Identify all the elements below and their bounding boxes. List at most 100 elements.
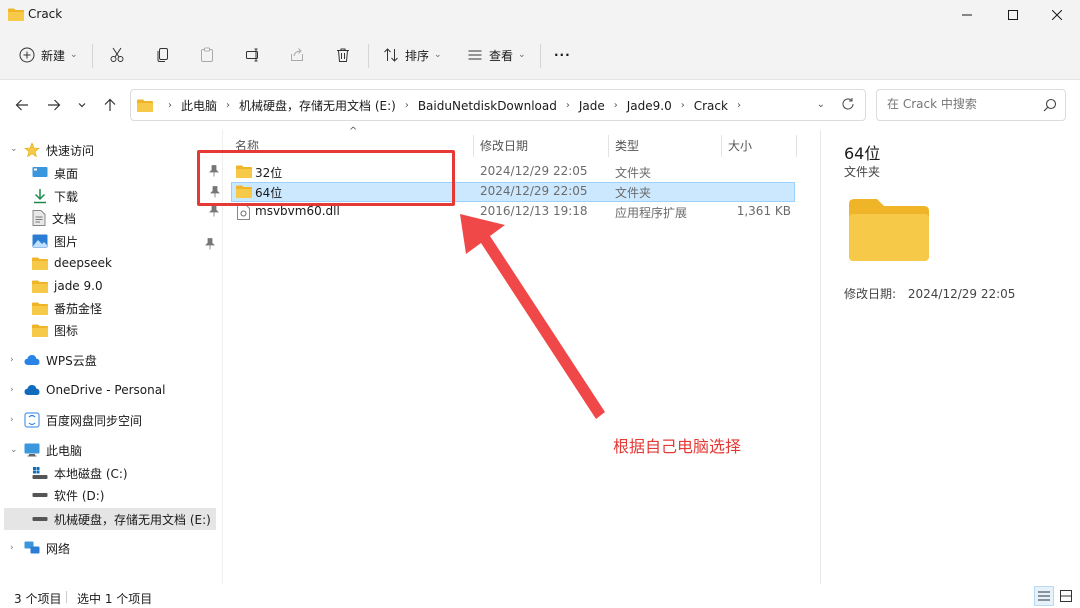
separator (540, 44, 541, 68)
chevron-right-icon: › (168, 100, 172, 111)
refresh-button[interactable] (841, 97, 855, 115)
crumb-jade[interactable]: Jade (579, 99, 605, 113)
address-bar[interactable]: › 此电脑 › 机械硬盘，存储无用文档 (E:) › BaiduNetdiskD… (130, 89, 866, 121)
search-box[interactable] (876, 89, 1066, 121)
sidebar-item-quick-access[interactable]: 快速访问 (24, 140, 94, 160)
drive-icon (32, 493, 48, 497)
minimize-icon (962, 14, 972, 16)
sidebar-item-documents[interactable]: 文档 (32, 208, 76, 228)
details-view-button[interactable] (1034, 586, 1054, 606)
column-header-type[interactable]: 类型 (615, 137, 639, 154)
chevron-right-icon[interactable]: › (10, 355, 14, 365)
sidebar-item-baidu-sync[interactable]: 百度网盘同步空间 (24, 410, 142, 430)
sidebar-item-downloads[interactable]: 下载 (32, 186, 78, 206)
chevron-down-icon (78, 103, 86, 108)
file-type: 文件夹 (615, 186, 652, 200)
sidebar-item-onedrive[interactable]: OneDrive - Personal (24, 380, 165, 400)
sidebar-item-jade[interactable]: jade 9.0 (32, 276, 103, 296)
search-input[interactable] (887, 97, 1037, 111)
column-divider[interactable] (721, 135, 722, 157)
folder-icon (32, 257, 48, 270)
sidebar-item-network[interactable]: 网络 (24, 538, 70, 558)
sort-button[interactable]: 排序 ⌄ (382, 42, 442, 68)
tiles-view-icon (1060, 590, 1072, 602)
desktop-icon (32, 167, 48, 177)
sidebar-item-pictures[interactable]: 图片 (32, 231, 78, 251)
crumb-baidunetdiskdownload[interactable]: BaiduNetdiskDownload (418, 99, 557, 113)
column-divider[interactable] (608, 135, 609, 157)
new-button[interactable]: 新建 ⌄ (18, 42, 78, 68)
chevron-right-icon: › (680, 100, 685, 111)
sidebar-item-fanqie[interactable]: 番茄金怪 (32, 298, 102, 318)
sidebar-item-label: 快速访问 (46, 143, 95, 158)
forward-button[interactable] (44, 95, 64, 115)
file-name: msvbvm60.dll (255, 204, 340, 218)
cloud-icon (24, 355, 40, 365)
column-header-size[interactable]: 大小 (728, 137, 752, 154)
paste-button[interactable] (198, 42, 216, 68)
annotation-text: 根据自己电脑选择 (613, 437, 742, 456)
sidebar-item-label: 番茄金怪 (54, 301, 103, 316)
sidebar-item-label: 桌面 (54, 166, 79, 181)
column-divider[interactable] (796, 135, 797, 157)
rename-icon (244, 46, 262, 64)
chevron-down-icon[interactable]: ⌄ (10, 144, 18, 154)
search-icon[interactable] (1043, 98, 1057, 115)
dll-file-icon (237, 204, 250, 220)
sidebar-item-icons[interactable]: 图标 (32, 320, 78, 340)
details-modified: 修改日期: 2024/12/29 22:05 (844, 285, 1015, 302)
sidebar-item-deepseek[interactable]: deepseek (32, 253, 112, 273)
chevron-right-icon[interactable]: › (10, 415, 14, 425)
crumb-drive-e[interactable]: 机械硬盘，存储无用文档 (E:) (239, 97, 396, 114)
crumb-crack[interactable]: Crack (694, 99, 728, 113)
sidebar-item-this-pc[interactable]: 此电脑 (24, 440, 82, 460)
sort-label: 排序 (405, 48, 430, 63)
view-button[interactable]: 查看 ⌄ (466, 42, 526, 68)
refresh-icon (842, 98, 854, 110)
scissors-icon (108, 46, 126, 64)
sidebar-item-wps[interactable]: WPS云盘 (24, 350, 97, 370)
back-button[interactable] (12, 95, 32, 115)
sidebar-item-drive-d[interactable]: 软件 (D:) (32, 485, 104, 505)
recent-locations-button[interactable] (72, 95, 92, 115)
view-label: 查看 (489, 48, 514, 63)
rename-button[interactable] (244, 42, 262, 68)
chevron-right-icon: › (736, 100, 741, 111)
picture-icon (32, 234, 48, 248)
details-title: 64位 (844, 144, 881, 163)
chevron-right-icon[interactable]: › (10, 385, 14, 395)
close-button[interactable] (1034, 0, 1080, 30)
breadcrumb: › 此电脑 › 机械硬盘，存储无用文档 (E:) › BaiduNetdiskD… (137, 97, 750, 114)
column-divider[interactable] (473, 135, 474, 157)
delete-button[interactable] (334, 42, 352, 68)
sidebar-item-label: 软件 (D:) (54, 488, 105, 503)
sidebar-item-drive-e[interactable]: 机械硬盘，存储无用文档 (E:) (4, 508, 216, 530)
maximize-button[interactable] (990, 0, 1036, 30)
crumb-jade9[interactable]: Jade9.0 (627, 99, 672, 113)
copy-button[interactable] (154, 42, 172, 68)
arrow-up-icon (104, 98, 116, 111)
more-options-button[interactable]: ··· (554, 42, 571, 68)
crumb-this-pc[interactable]: 此电脑 (181, 97, 217, 114)
tiles-view-button[interactable] (1056, 586, 1076, 606)
column-header-modified[interactable]: 修改日期 (480, 137, 528, 154)
address-history-button[interactable]: ⌄ (817, 99, 825, 110)
chevron-right-icon[interactable]: › (10, 543, 14, 553)
share-button[interactable] (288, 42, 306, 68)
sidebar-item-drive-c[interactable]: 本地磁盘 (C:) (32, 463, 128, 483)
arrow-right-icon (48, 99, 61, 111)
sidebar-item-desktop[interactable]: 桌面 (32, 163, 78, 183)
sidebar-item-label: 下载 (54, 189, 79, 204)
details-modified-value: 2024/12/29 22:05 (907, 287, 1016, 301)
cut-button[interactable] (108, 42, 126, 68)
sidebar-item-label: 机械硬盘，存储无用文档 (E:) (54, 512, 211, 527)
windows-drive-icon (32, 467, 48, 479)
file-modified: 2024/12/29 22:05 (480, 184, 588, 198)
share-icon (288, 46, 306, 64)
up-button[interactable] (100, 95, 120, 115)
chevron-down-icon[interactable]: ⌄ (10, 445, 18, 455)
minimize-button[interactable] (944, 0, 990, 30)
file-modified: 2016/12/13 19:18 (480, 204, 588, 218)
onedrive-icon (24, 385, 40, 395)
sync-drive-icon (24, 412, 40, 428)
